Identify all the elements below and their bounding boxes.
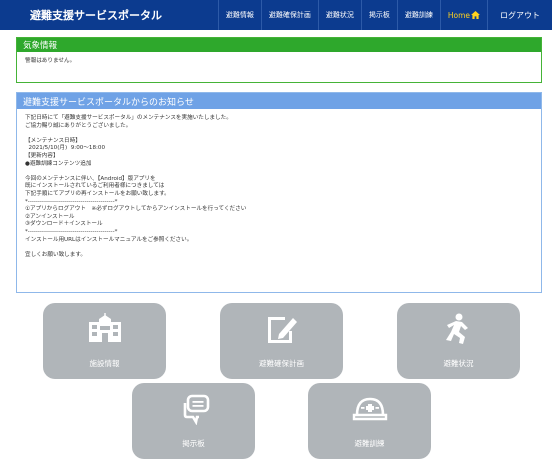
notice-line: 【更新内容】 bbox=[25, 152, 59, 159]
notice-line: *---------------------------------------… bbox=[25, 228, 118, 235]
notice-line: 宜しくお願い致します。 bbox=[25, 251, 86, 258]
notice-line bbox=[25, 168, 533, 176]
tile-facility-info[interactable]: 施設情報 bbox=[43, 303, 166, 379]
tile-evacuation-status[interactable]: 避難状況 bbox=[397, 303, 520, 379]
notice-line: 下記手順にてアプリの再インストールをお願い致します。 bbox=[25, 190, 170, 197]
weather-panel-body: 警報はありません。 bbox=[25, 58, 76, 64]
nav-home[interactable]: Home bbox=[439, 0, 487, 30]
main-nav: 避難情報 避難確保計画 避難状況 掲示板 避難訓練 Home ログアウト bbox=[217, 0, 552, 30]
tile-evacuation-drill[interactable]: 避難訓練 bbox=[308, 383, 431, 459]
notice-line: 下記日時にて「避難支援サービスポータル」のメンテナンスを実施いたしました。 bbox=[25, 115, 232, 121]
notice-line: インストール用URLはインストールマニュアルをご参照ください。 bbox=[25, 236, 193, 243]
tile-bulletin-board[interactable]: 掲示板 bbox=[132, 383, 255, 459]
tile-evacuation-plan[interactable]: 避難確保計画 bbox=[220, 303, 343, 379]
notice-panel-title: 避難支援サービスポータルからのお知らせ bbox=[17, 93, 541, 109]
notice-line: ③ダウンロード＋インストール bbox=[25, 221, 103, 228]
tile-label: 避難訓練 bbox=[354, 439, 385, 448]
top-navigation-bar: 避難支援サービスポータル 避難情報 避難確保計画 避難状況 掲示板 避難訓練 H… bbox=[0, 0, 552, 30]
safety-helmet-icon bbox=[352, 397, 387, 421]
site-title: 避難支援サービスポータル bbox=[30, 9, 162, 22]
notice-panel: 避難支援サービスポータルからのお知らせ 下記日時にて「避難支援サービスポータル」… bbox=[16, 92, 542, 293]
tile-label: 避難確保計画 bbox=[259, 359, 304, 368]
document-pencil-icon bbox=[267, 317, 297, 343]
weather-panel: 気象情報 警報はありません。 bbox=[16, 37, 542, 83]
notice-line bbox=[25, 130, 533, 138]
notice-line: 2021/5/10(月) 9:00～18:00 bbox=[25, 145, 106, 152]
speech-bubble-icon bbox=[183, 394, 209, 425]
nav-home-label: Home bbox=[447, 10, 470, 20]
notice-line: *---------------------------------------… bbox=[25, 198, 118, 205]
tile-label: 施設情報 bbox=[89, 359, 120, 368]
notice-line: ●避難訓練コンテンツ追加 bbox=[25, 160, 92, 167]
notice-line: ご協力賜り誠にありがとうございました。 bbox=[25, 122, 132, 129]
nav-logout[interactable]: ログアウト bbox=[487, 0, 552, 30]
nav-bulletin-board[interactable]: 掲示板 bbox=[360, 0, 397, 30]
weather-panel-title: 気象情報 bbox=[17, 38, 541, 52]
tile-label: 掲示板 bbox=[182, 439, 205, 448]
running-person-icon bbox=[445, 313, 468, 344]
nav-evacuation-drill[interactable]: 避難訓練 bbox=[396, 0, 440, 30]
home-icon bbox=[471, 11, 480, 19]
nav-evacuation-plan[interactable]: 避難確保計画 bbox=[260, 0, 318, 30]
tile-label: 避難状況 bbox=[443, 359, 474, 368]
school-building-icon bbox=[88, 313, 121, 342]
notice-line bbox=[25, 244, 533, 252]
nav-evacuation-info[interactable]: 避難情報 bbox=[217, 0, 261, 30]
notice-panel-body: 下記日時にて「避難支援サービスポータル」のメンテナンスを実施いたしました。 ご協力… bbox=[17, 109, 541, 265]
notice-line: ①アプリからログアウト ※必ずログアウトしてからアンインストールを行ってください bbox=[25, 206, 247, 213]
notice-line: 既にインストールされているご利用者様につきましては bbox=[25, 183, 165, 190]
nav-evacuation-status[interactable]: 避難状況 bbox=[317, 0, 361, 30]
